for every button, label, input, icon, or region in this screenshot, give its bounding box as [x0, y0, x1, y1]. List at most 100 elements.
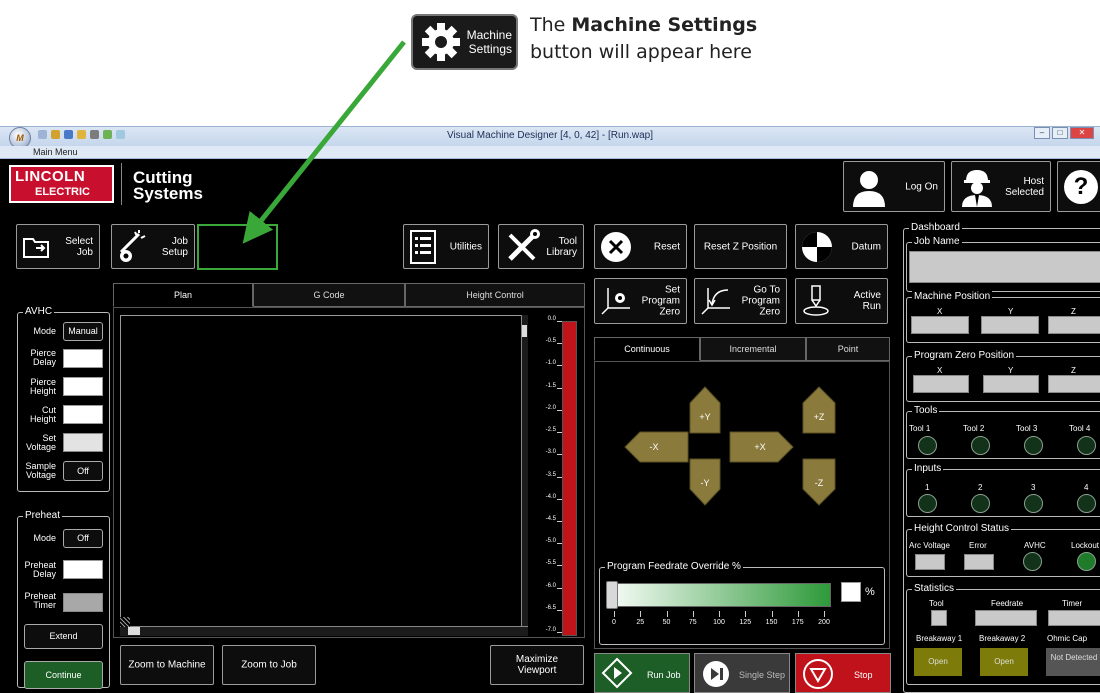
scale-tick-mark	[557, 387, 562, 389]
x-circle-icon	[601, 231, 631, 262]
select-job-button[interactable]: Select Job	[16, 224, 100, 269]
scale-tick-mark	[557, 498, 562, 500]
zoom-to-machine-button[interactable]: Zoom to Machine	[120, 645, 214, 685]
machine-x-field	[911, 316, 969, 334]
pierce-delay-field[interactable]	[63, 349, 103, 368]
help-icon: ?	[1064, 170, 1098, 204]
scale-tick-label: -6.0	[545, 582, 556, 589]
callout-button-line1: Machine	[466, 28, 512, 42]
extend-button[interactable]: Extend	[24, 624, 103, 649]
active-run-button[interactable]: Active Run	[795, 278, 888, 324]
single-step-button[interactable]: Single Step	[694, 653, 790, 693]
preheat-delay-field[interactable]	[63, 560, 103, 579]
plan-canvas[interactable]	[120, 315, 528, 636]
maximize-viewport-button[interactable]: Maximize Viewport	[490, 645, 584, 685]
quick-access-icon[interactable]	[103, 130, 112, 139]
set-voltage-field[interactable]	[63, 433, 103, 452]
stop-label: Stop	[854, 670, 873, 680]
scale-tick-mark	[557, 520, 562, 522]
scale-tick-mark	[557, 609, 562, 611]
quick-access-icon[interactable]	[77, 130, 86, 139]
step-icon	[703, 661, 729, 687]
horizontal-scrollbar[interactable]	[120, 626, 528, 636]
brand-title: Cutting Systems	[133, 168, 203, 203]
feedrate-slider-track[interactable]	[610, 583, 831, 607]
program-zero-panel: Program Zero Position X Y Z	[906, 350, 1100, 402]
avhc-mode-button[interactable]: Manual	[63, 322, 103, 341]
ohmic-cap-status: Not Detected	[1046, 648, 1100, 676]
tool-library-button[interactable]: Tool Library	[498, 224, 584, 269]
scale-tick-label: -3.5	[545, 471, 556, 478]
user-icon	[853, 170, 885, 207]
feedrate-title: Program Feedrate Override %	[605, 561, 743, 572]
feedrate-percent-field[interactable]	[841, 582, 861, 602]
feedrate-slider-thumb[interactable]	[606, 581, 618, 609]
statistics-tool-field	[931, 610, 947, 626]
feedrate-tick-label: 150	[765, 619, 778, 626]
tab-height-control[interactable]: Height Control	[405, 283, 585, 307]
feedrate-tick-mark	[771, 611, 773, 617]
tab-plan[interactable]: Plan	[113, 283, 253, 307]
scale-tick-mark	[557, 365, 562, 367]
inputs-panel: Inputs 1 2 3 4	[906, 463, 1100, 517]
callout-text-bold: Machine Settings	[571, 14, 758, 36]
vertical-scroll-thumb[interactable]	[522, 325, 527, 337]
close-icon[interactable]: ✕	[1070, 127, 1094, 139]
zoom-to-job-button[interactable]: Zoom to Job	[222, 645, 316, 685]
utilities-button[interactable]: Utilities	[403, 224, 489, 269]
breakaway-1-status: Open	[914, 648, 962, 676]
tab-point[interactable]: Point	[806, 337, 890, 361]
quick-access-icon[interactable]	[90, 130, 99, 139]
window-controls: – □ ✕	[1034, 127, 1094, 139]
log-on-button[interactable]: Log On	[843, 161, 945, 212]
quick-access-icon[interactable]	[38, 130, 47, 139]
feedrate-tick-label: 50	[662, 619, 671, 626]
error-field	[964, 554, 994, 570]
tab-continuous[interactable]: Continuous	[594, 337, 700, 361]
cut-height-field[interactable]	[63, 405, 103, 424]
feedrate-tick-mark	[666, 611, 668, 617]
scale-tick-mark	[557, 409, 562, 411]
stop-button[interactable]: Stop	[795, 653, 891, 693]
tab-g-code[interactable]: G Code	[253, 283, 405, 307]
feedrate-override-panel: Program Feedrate Override % % 0 25 50 75 100…	[599, 561, 885, 645]
go-to-program-zero-button[interactable]: Go To Program Zero	[694, 278, 787, 324]
feedrate-tick-mark	[719, 611, 720, 617]
run-job-button[interactable]: Run Job	[594, 653, 690, 693]
datum-button[interactable]: Datum	[795, 224, 888, 269]
avhc-panel: AVHC Mode Manual Pierce Delay Pierce Heigh…	[17, 306, 110, 492]
window-title: Visual Machine Designer [4, 0, 42] - [Ru…	[446, 130, 654, 141]
main-menu-tab[interactable]: Main Menu	[33, 147, 78, 157]
horizontal-scroll-thumb[interactable]	[128, 627, 140, 635]
quick-access-icon[interactable]	[64, 130, 73, 139]
magic-wand-gear-icon	[119, 229, 146, 262]
sample-voltage-button[interactable]: Off	[63, 461, 103, 481]
set-program-zero-button[interactable]: Set Program Zero	[594, 278, 687, 324]
quick-access-icon[interactable]	[116, 130, 125, 139]
preheat-mode-button[interactable]: Off	[63, 529, 103, 548]
pierce-height-field[interactable]	[63, 377, 103, 396]
tab-incremental[interactable]: Incremental	[700, 337, 806, 361]
run-job-label: Run Job	[647, 670, 681, 680]
program-zero-y-field	[983, 375, 1039, 393]
vertical-scrollbar[interactable]	[521, 315, 528, 626]
continue-button[interactable]: Continue	[24, 661, 103, 689]
maximize-icon[interactable]: □	[1052, 127, 1068, 139]
feedrate-tick-mark	[824, 611, 825, 617]
minimize-icon[interactable]: –	[1034, 127, 1050, 139]
arc-voltage-field	[915, 554, 945, 570]
window-titlebar: Visual Machine Designer [4, 0, 42] - [Ru…	[0, 126, 1100, 146]
jog-minus-z-label: -Z	[815, 478, 824, 488]
reset-button[interactable]: Reset	[594, 224, 687, 269]
lockout-led	[1077, 552, 1096, 571]
menu-bar: Main Menu	[0, 146, 1100, 159]
host-selected-button[interactable]: Host Selected	[951, 161, 1051, 212]
machine-position-panel: Machine Position X Y Z	[906, 291, 1100, 343]
scale-tick-mark	[557, 565, 562, 567]
reset-z-position-button[interactable]: Reset Z Position	[694, 224, 787, 269]
breakaway-2-status: Open	[980, 648, 1028, 676]
help-button[interactable]: ?	[1057, 161, 1100, 212]
statistics-feedrate-field	[975, 610, 1037, 626]
quick-access-icon[interactable]	[51, 130, 60, 139]
job-setup-button[interactable]: Job Setup	[111, 224, 195, 269]
